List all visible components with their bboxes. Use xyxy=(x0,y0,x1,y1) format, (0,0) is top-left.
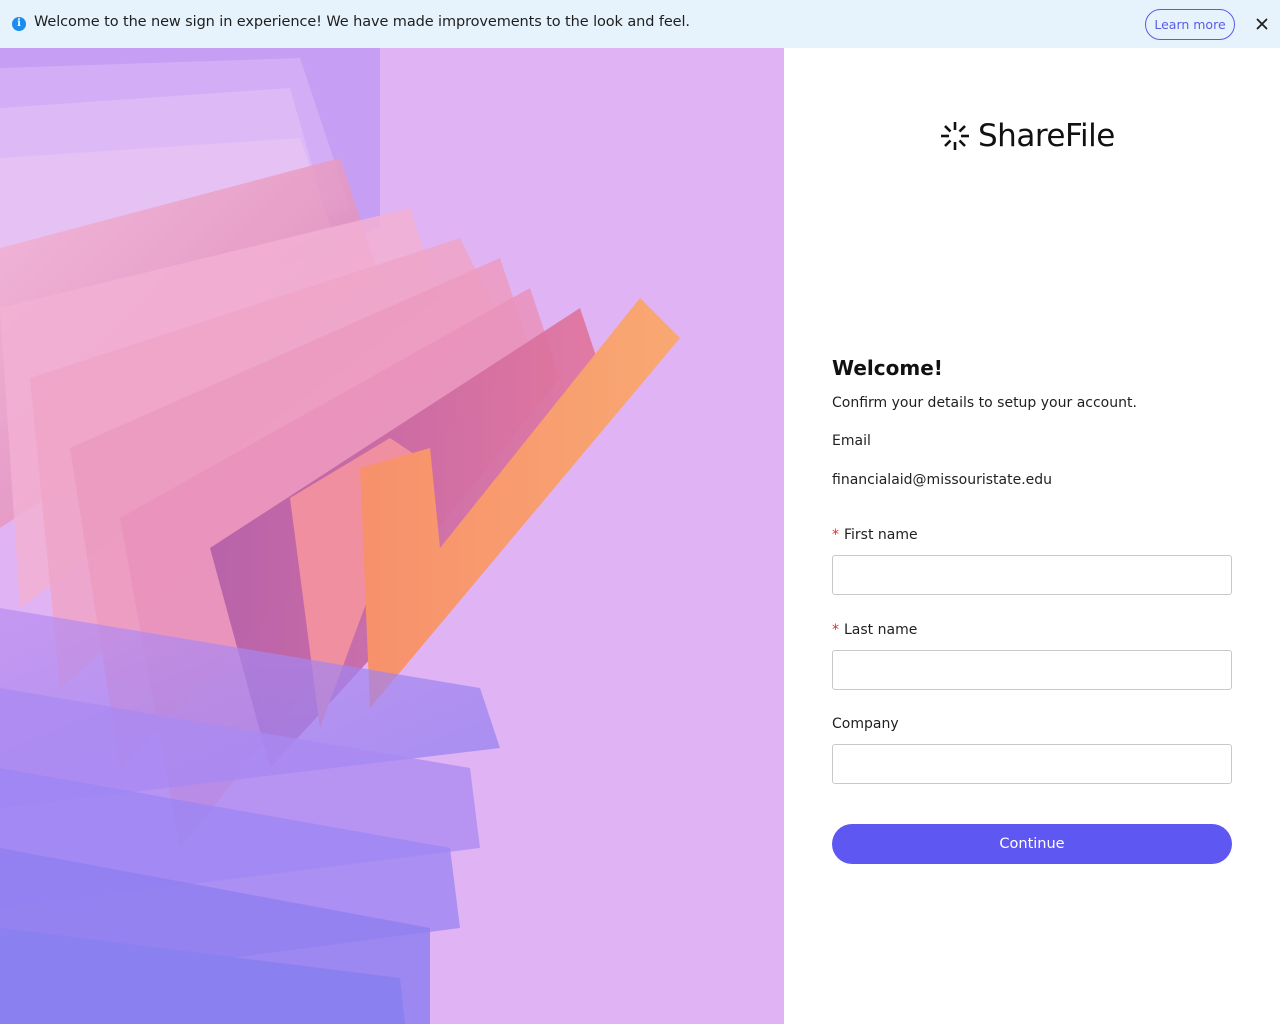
hero-artwork xyxy=(0,48,784,1024)
decorative-glass-panels-image xyxy=(0,48,784,1024)
continue-button[interactable]: Continue xyxy=(832,824,1232,864)
first-name-label: * First name xyxy=(832,527,918,543)
first-name-label-text: First name xyxy=(844,527,918,543)
first-name-input[interactable] xyxy=(832,555,1232,595)
company-input[interactable] xyxy=(832,744,1232,784)
page-subtitle: Confirm your details to setup your accou… xyxy=(832,395,1137,411)
sharefile-logo: ShareFile xyxy=(938,116,1115,156)
close-banner-button[interactable] xyxy=(1252,14,1272,34)
last-name-input[interactable] xyxy=(832,650,1232,690)
company-label: Company xyxy=(832,716,899,732)
email-label: Email xyxy=(832,433,871,449)
banner-message: Welcome to the new sign in experience! W… xyxy=(34,14,690,30)
email-value: financialaid@missouristate.edu xyxy=(832,472,1053,488)
signup-panel: ShareFile Welcome! Confirm your details … xyxy=(784,48,1280,1024)
brand-name: ShareFile xyxy=(978,118,1115,154)
last-name-label: * Last name xyxy=(832,622,917,638)
close-icon xyxy=(1256,18,1268,30)
sharefile-logo-icon xyxy=(941,122,969,150)
page-title: Welcome! xyxy=(832,356,943,380)
required-marker: * xyxy=(832,527,839,543)
required-marker: * xyxy=(832,622,839,638)
last-name-label-text: Last name xyxy=(844,622,918,638)
announcement-banner: i Welcome to the new sign in experience!… xyxy=(0,0,1280,48)
info-icon: i xyxy=(12,17,26,31)
learn-more-button[interactable]: Learn more xyxy=(1145,9,1235,40)
